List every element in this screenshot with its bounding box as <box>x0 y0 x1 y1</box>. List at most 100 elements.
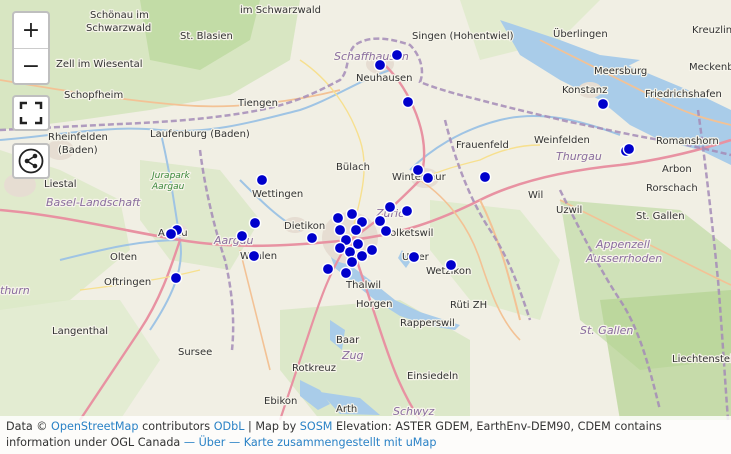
place-label: Ausserrhoden <box>585 252 662 265</box>
place-label: Rapperswil <box>400 318 455 329</box>
place-label: thurn <box>0 284 30 297</box>
map-marker[interactable] <box>343 245 357 259</box>
dash-link: — <box>183 436 196 449</box>
map-marker[interactable] <box>401 95 415 109</box>
place-label: Neuhausen <box>356 73 412 84</box>
map-marker[interactable] <box>235 229 249 243</box>
place-label: Rotkreuz <box>292 363 336 374</box>
place-label: Rheinfelden <box>48 132 108 143</box>
map-marker[interactable] <box>164 227 178 241</box>
place-label: Meckenbeuren <box>689 62 731 73</box>
map-marker[interactable] <box>383 200 397 214</box>
place-label: Schwarzwald <box>86 23 151 34</box>
place-label: Olten <box>110 252 137 263</box>
zoom-out-button[interactable]: − <box>14 49 48 84</box>
place-label: Romanshorn <box>656 136 719 147</box>
place-label: Friedrichshafen <box>645 89 722 100</box>
place-label: Arth <box>336 404 357 415</box>
map-marker[interactable] <box>349 223 363 237</box>
share-button[interactable] <box>12 143 50 179</box>
place-label: Jurapark <box>150 171 191 181</box>
place-label: Einsiedeln <box>407 371 458 382</box>
map-marker[interactable] <box>373 58 387 72</box>
map-marker[interactable] <box>411 163 425 177</box>
map-marker[interactable] <box>248 216 262 230</box>
map-marker[interactable] <box>390 48 404 62</box>
map-marker[interactable] <box>333 223 347 237</box>
map-marker[interactable] <box>400 204 414 218</box>
place-label: Dietikon <box>284 221 325 232</box>
zoom-in-button[interactable]: + <box>14 13 48 49</box>
place-label: Konstanz <box>562 85 607 96</box>
map-marker[interactable] <box>305 231 319 245</box>
attribution-text: Data © <box>6 420 48 433</box>
place-label: Weinfelden <box>534 135 590 146</box>
fullscreen-icon <box>19 101 43 125</box>
place-label: Langenthal <box>52 326 108 337</box>
place-label: Thalwil <box>345 280 381 291</box>
place-label: (Baden) <box>58 145 98 156</box>
place-label: Ebikon <box>264 396 297 407</box>
place-label: Sursee <box>178 347 212 358</box>
place-label: Meersburg <box>594 66 647 77</box>
map-marker[interactable] <box>373 214 387 228</box>
place-label: St. Gallen <box>580 324 633 337</box>
place-label: Liestal <box>44 179 77 190</box>
map-marker[interactable] <box>321 262 335 276</box>
place-label: Baar <box>336 335 360 346</box>
place-label: Appenzell <box>595 238 650 251</box>
basemap[interactable]: im Schwarzwald Schönau im Schwarzwald St… <box>0 0 731 454</box>
map-marker[interactable] <box>421 171 435 185</box>
place-label: Singen (Hohentwiel) <box>412 31 514 42</box>
place-label: Aargau <box>151 182 185 192</box>
place-label: Wettingen <box>252 189 303 200</box>
attribution-bar: Data © OpenStreetMap contributors ODbL |… <box>0 416 731 454</box>
place-label: Horgen <box>356 299 392 310</box>
map-marker[interactable] <box>345 207 359 221</box>
map-marker[interactable] <box>339 266 353 280</box>
place-label: Tiengen <box>237 98 278 109</box>
place-label: Arbon <box>662 164 692 175</box>
place-label: Laufenburg (Baden) <box>150 129 250 140</box>
map-marker[interactable] <box>247 249 261 263</box>
about-link[interactable]: Über <box>199 436 226 449</box>
place-label: im Schwarzwald <box>240 5 321 16</box>
place-label: Zug <box>341 349 364 362</box>
place-label: Rorschach <box>646 183 698 194</box>
place-label: St. Blasien <box>180 31 233 42</box>
place-label: Rüti ZH <box>450 300 487 311</box>
map-marker[interactable] <box>331 211 345 225</box>
place-label: Basel-Landschaft <box>46 196 141 209</box>
map-marker[interactable] <box>365 243 379 257</box>
place-label: Thurgau <box>556 150 602 163</box>
place-label: Liechtenstein <box>672 354 731 365</box>
place-label: Oftringen <box>104 277 151 288</box>
place-label: Zell im Wiesental <box>56 59 143 70</box>
fullscreen-button[interactable] <box>12 95 50 131</box>
map-view[interactable]: im Schwarzwald Schönau im Schwarzwald St… <box>0 0 731 454</box>
share-icon <box>18 148 44 174</box>
map-marker[interactable] <box>169 271 183 285</box>
zoom-control: + − <box>12 11 50 85</box>
osm-link[interactable]: OpenStreetMap <box>51 420 138 433</box>
map-marker[interactable] <box>596 97 610 111</box>
attribution-text: contributors <box>142 420 211 433</box>
place-label: Uzwil <box>556 205 582 216</box>
map-marker[interactable] <box>255 173 269 187</box>
map-marker[interactable] <box>355 249 369 263</box>
map-marker[interactable] <box>345 255 359 269</box>
place-label: St. Gallen <box>636 211 685 222</box>
map-marker[interactable] <box>622 142 636 156</box>
dash-link: — <box>228 436 241 449</box>
umap-link[interactable]: Karte zusammengestellt mit uMap <box>244 436 437 449</box>
place-label: Bülach <box>336 162 370 173</box>
place-label: Wil <box>528 190 543 201</box>
attribution-text: | Map by <box>248 420 297 433</box>
place-label: Überlingen <box>553 27 608 40</box>
map-marker[interactable] <box>478 170 492 184</box>
map-marker[interactable] <box>407 250 421 264</box>
sosm-link[interactable]: SOSM <box>300 420 333 433</box>
map-marker[interactable] <box>379 224 393 238</box>
odbl-link[interactable]: ODbL <box>214 420 245 433</box>
map-marker[interactable] <box>444 258 458 272</box>
